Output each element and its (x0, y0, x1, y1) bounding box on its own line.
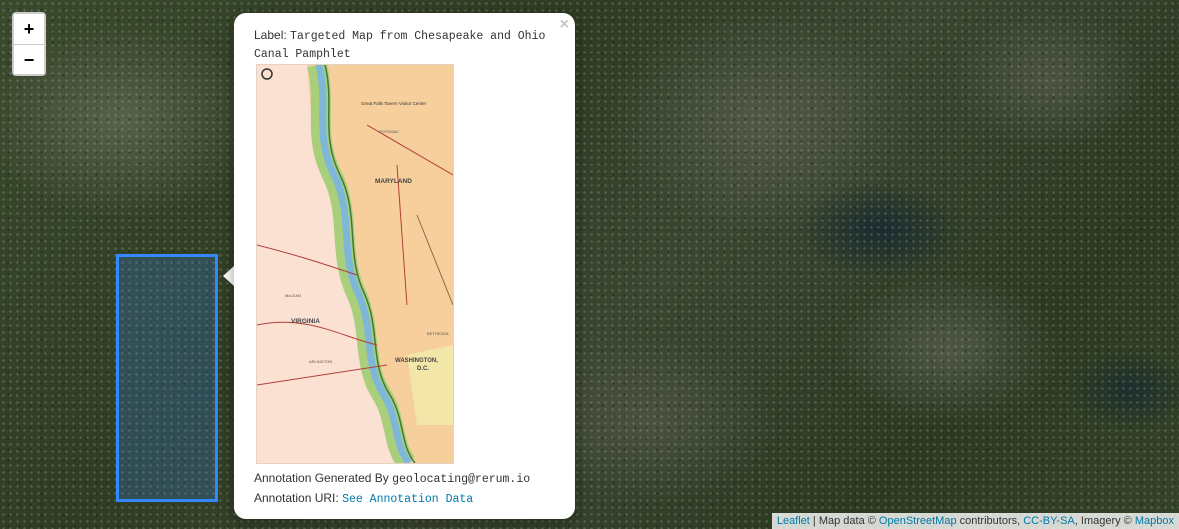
thumb-label-maryland: MARYLAND (375, 178, 412, 185)
annotation-uri-row: Annotation URI: See Annotation Data (254, 491, 473, 506)
map-thumbnail[interactable]: Great Falls Tavern Visitor Center MARYLA… (256, 64, 454, 464)
popup-content: Label: Targeted Map from Chesapeake and … (254, 27, 554, 63)
close-icon[interactable]: × (560, 16, 569, 34)
annotation-popup: × Label: Targeted Map from Chesapeake an… (234, 13, 575, 519)
generated-by-value: geolocating@rerum.io (392, 473, 531, 486)
popup-tip (223, 266, 234, 286)
generated-by-row: Annotation Generated By geolocating@reru… (254, 471, 530, 486)
generated-by-key: Annotation Generated By (254, 471, 389, 485)
thumb-label-virginia: VIRGINIA (291, 318, 320, 325)
license-link[interactable]: CC-BY-SA (1023, 515, 1075, 527)
mapbox-link[interactable]: Mapbox (1135, 515, 1174, 527)
thumb-label-visitor-center: Great Falls Tavern Visitor Center (361, 101, 427, 106)
attrib-text-1: | Map data © (809, 515, 879, 527)
label-key: Label: (254, 28, 287, 42)
zoom-out-button[interactable]: − (14, 44, 44, 74)
annotation-data-link[interactable]: See Annotation Data (342, 493, 473, 506)
leaflet-link[interactable]: Leaflet (777, 515, 810, 527)
osm-link[interactable]: OpenStreetMap (879, 515, 957, 527)
label-row: Label: Targeted Map from Chesapeake and … (254, 27, 554, 63)
thumb-label-arlington: ARLINGTON (309, 359, 332, 364)
thumb-label-bethesda: BETHESDA (427, 331, 449, 336)
geolocation-bounding-box[interactable] (116, 254, 218, 502)
zoom-control: + − (12, 12, 46, 76)
label-value: Targeted Map from Chesapeake and Ohio Ca… (254, 30, 546, 61)
thumb-label-mclean: McLEAN (285, 293, 301, 298)
attrib-text-2: contributors, (956, 515, 1024, 527)
thumb-label-washington: WASHINGTON, (395, 358, 438, 364)
annotation-uri-key: Annotation URI: (254, 491, 339, 505)
zoom-in-button[interactable]: + (14, 14, 44, 44)
map-attribution: Leaflet | Map data © OpenStreetMap contr… (771, 513, 1179, 529)
thumb-label-dc: D.C. (417, 366, 429, 372)
thumb-label-potomac: POTOMAC (379, 129, 399, 134)
attrib-text-3: , Imagery © (1074, 515, 1135, 527)
